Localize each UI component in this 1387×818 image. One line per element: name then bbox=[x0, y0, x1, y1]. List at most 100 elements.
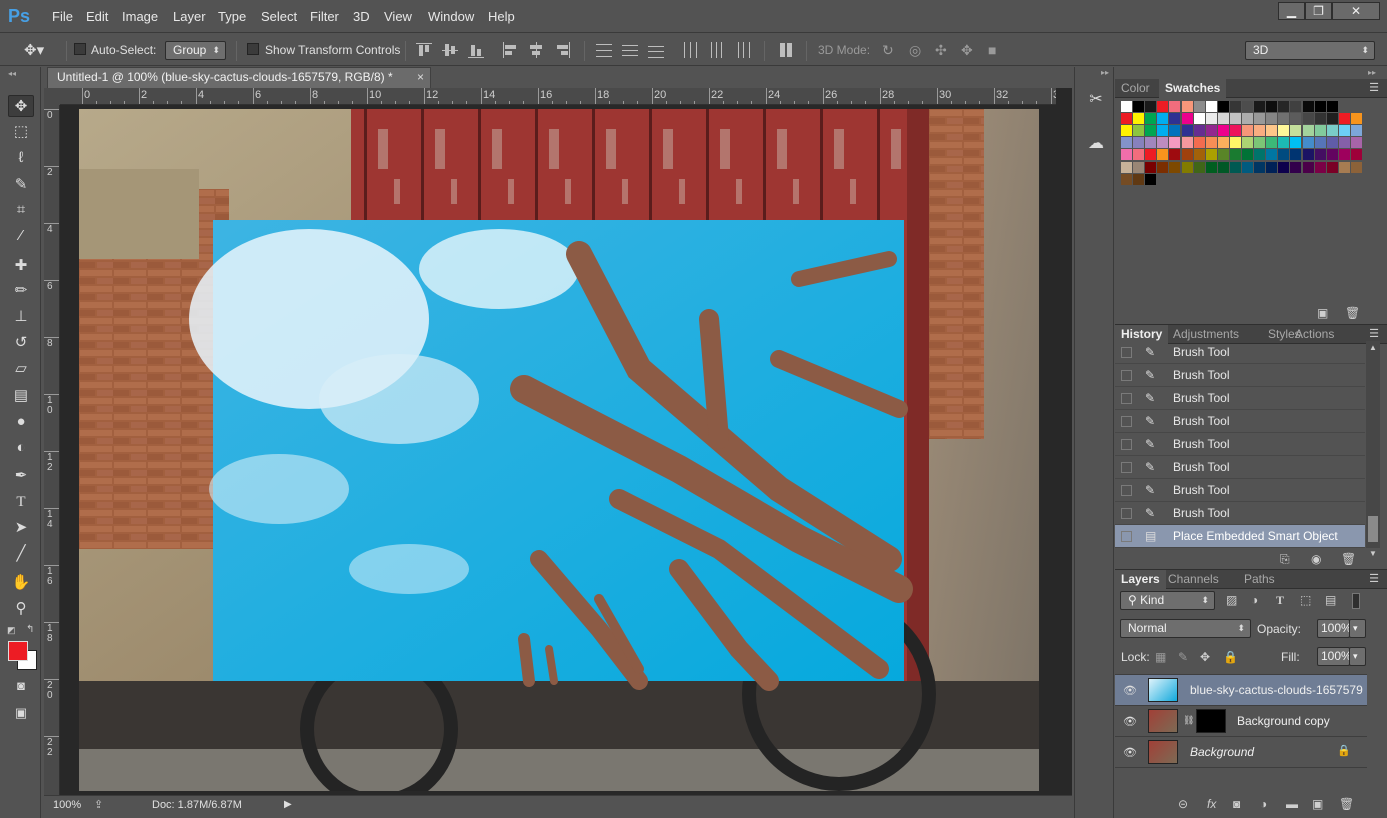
color-swatch[interactable] bbox=[1338, 161, 1350, 173]
color-swatch[interactable] bbox=[1278, 137, 1290, 149]
color-swatch[interactable] bbox=[1133, 161, 1145, 173]
blend-mode-dropdown[interactable]: Normal ⬍ bbox=[1120, 619, 1251, 638]
color-swatch[interactable] bbox=[1193, 101, 1205, 112]
color-swatch[interactable] bbox=[1121, 125, 1132, 137]
color-swatch[interactable] bbox=[1181, 137, 1193, 149]
menu-window[interactable]: Window bbox=[428, 9, 474, 24]
link-layers-icon[interactable]: ⊝ bbox=[1178, 797, 1188, 811]
panel-menu-icon[interactable]: ☰ bbox=[1369, 572, 1379, 585]
color-swatch[interactable] bbox=[1350, 137, 1362, 149]
color-swatch[interactable] bbox=[1254, 149, 1266, 161]
new-snapshot-icon[interactable]: ◉ bbox=[1311, 552, 1321, 566]
auto-select-checkbox[interactable] bbox=[74, 43, 86, 55]
color-swatch[interactable] bbox=[1350, 149, 1362, 161]
color-swatch[interactable] bbox=[1290, 137, 1302, 149]
color-swatch[interactable] bbox=[1181, 125, 1193, 137]
color-swatch[interactable] bbox=[1121, 161, 1132, 173]
path-selection-icon[interactable]: ➤ bbox=[8, 517, 34, 539]
scroll-down-icon[interactable]: ▼ bbox=[1369, 549, 1377, 558]
close-document-icon[interactable]: × bbox=[417, 68, 424, 87]
color-swatch[interactable] bbox=[1157, 101, 1169, 112]
color-swatch[interactable] bbox=[1266, 149, 1278, 161]
new-adjustment-layer-icon[interactable]: ◑ bbox=[1260, 797, 1267, 811]
color-swatch[interactable] bbox=[1254, 161, 1266, 173]
layer-row[interactable]: 👁 ⛓ Background copy bbox=[1115, 706, 1367, 737]
color-swatch[interactable] bbox=[1169, 101, 1181, 112]
chain-link-icon[interactable]: ⛓ bbox=[1183, 715, 1194, 726]
color-swatch[interactable] bbox=[1254, 137, 1266, 149]
color-swatch[interactable] bbox=[1302, 161, 1314, 173]
history-scrollbar[interactable]: ▲ ▼ bbox=[1366, 341, 1380, 558]
color-swatch[interactable] bbox=[1254, 125, 1266, 137]
lock-position-icon[interactable]: ✥ bbox=[1200, 650, 1210, 664]
layer-row[interactable]: 👁 blue-sky-cactus-clouds-1657579 bbox=[1115, 675, 1367, 706]
menu-select[interactable]: Select bbox=[261, 9, 297, 24]
align-right-icon[interactable] bbox=[554, 42, 570, 58]
color-swatch[interactable] bbox=[1133, 137, 1145, 149]
color-swatch[interactable] bbox=[1350, 125, 1362, 137]
swap-colors-icon[interactable]: ↰ bbox=[26, 624, 34, 635]
distribute-hcenter-icon[interactable] bbox=[708, 42, 724, 58]
color-swatch[interactable] bbox=[1157, 113, 1169, 125]
default-colors-icon[interactable]: ◩ bbox=[7, 625, 16, 636]
color-swatch[interactable] bbox=[1350, 113, 1362, 125]
visibility-eye-icon[interactable]: 👁 bbox=[1123, 684, 1137, 697]
scroll-up-icon[interactable]: ▲ bbox=[1369, 343, 1377, 352]
hand-icon[interactable]: ✋ bbox=[8, 572, 34, 594]
color-swatch[interactable] bbox=[1242, 137, 1253, 149]
screen-mode-icon[interactable]: ▣ bbox=[8, 702, 34, 724]
color-swatch[interactable] bbox=[1121, 149, 1132, 161]
color-swatch[interactable] bbox=[1121, 101, 1132, 112]
color-swatch[interactable] bbox=[1181, 101, 1193, 112]
color-swatch[interactable] bbox=[1290, 101, 1302, 112]
color-swatch[interactable] bbox=[1314, 101, 1326, 112]
tool-presets-icon[interactable]: ✂ bbox=[1083, 89, 1109, 113]
new-document-from-state-icon[interactable]: ⎘ bbox=[1280, 552, 1290, 567]
tab-swatches[interactable]: Swatches bbox=[1159, 79, 1227, 98]
align-top-icon[interactable] bbox=[416, 42, 432, 58]
fill-field[interactable]: 100% bbox=[1317, 647, 1352, 666]
filter-shape-icon[interactable]: ⬚ bbox=[1300, 593, 1311, 607]
filter-smart-object-icon[interactable]: ▤ bbox=[1325, 593, 1336, 607]
color-swatch[interactable] bbox=[1314, 161, 1326, 173]
color-swatch[interactable] bbox=[1302, 113, 1314, 125]
share-icon[interactable]: ⇪ bbox=[94, 798, 103, 811]
distribute-top-icon[interactable] bbox=[596, 42, 612, 58]
color-swatch[interactable] bbox=[1266, 113, 1278, 125]
color-swatch[interactable] bbox=[1338, 125, 1350, 137]
color-swatch[interactable] bbox=[1338, 149, 1350, 161]
move-tool-preset-icon[interactable]: ✥▾ bbox=[24, 41, 44, 59]
menu-filter[interactable]: Filter bbox=[310, 9, 339, 24]
snapshot-source-checkbox[interactable] bbox=[1121, 347, 1132, 358]
3d-camera-icon[interactable]: ■ bbox=[988, 42, 996, 58]
color-swatch[interactable] bbox=[1350, 161, 1362, 173]
quick-selection-icon[interactable]: ✎ bbox=[8, 174, 34, 196]
eraser-icon[interactable]: ▱ bbox=[8, 358, 34, 380]
color-swatch[interactable] bbox=[1217, 113, 1229, 125]
3d-roll-icon[interactable]: ◎ bbox=[909, 42, 921, 59]
distribute-bottom-icon[interactable] bbox=[648, 42, 664, 58]
color-swatch[interactable] bbox=[1290, 113, 1302, 125]
layer-name[interactable]: blue-sky-cactus-clouds-1657579 bbox=[1190, 683, 1363, 697]
color-swatch[interactable] bbox=[1121, 113, 1132, 125]
color-swatch[interactable] bbox=[1157, 161, 1169, 173]
color-swatch[interactable] bbox=[1229, 101, 1241, 112]
quick-mask-icon[interactable]: ◙ bbox=[8, 675, 34, 697]
history-state[interactable]: ✎ Brush Tool bbox=[1115, 410, 1365, 433]
tab-paths[interactable]: Paths bbox=[1238, 570, 1281, 589]
canvas[interactable] bbox=[79, 109, 1039, 791]
snapshot-source-checkbox[interactable] bbox=[1121, 462, 1132, 473]
color-swatch[interactable] bbox=[1290, 161, 1302, 173]
menu-file[interactable]: File bbox=[52, 9, 73, 24]
delete-state-icon[interactable]: 🗑 bbox=[1341, 552, 1356, 566]
zoom-level[interactable]: 100% bbox=[53, 799, 81, 811]
ruler-origin[interactable] bbox=[44, 88, 60, 105]
color-swatch[interactable] bbox=[1157, 137, 1169, 149]
color-swatch[interactable] bbox=[1314, 113, 1326, 125]
delete-swatch-icon[interactable]: 🗑 bbox=[1345, 306, 1360, 320]
color-swatch[interactable] bbox=[1266, 137, 1278, 149]
brush-icon[interactable]: ✏ bbox=[8, 280, 34, 302]
color-swatch[interactable] bbox=[1290, 149, 1302, 161]
color-swatch[interactable] bbox=[1229, 125, 1241, 137]
history-state[interactable]: ✎ Brush Tool bbox=[1115, 456, 1365, 479]
